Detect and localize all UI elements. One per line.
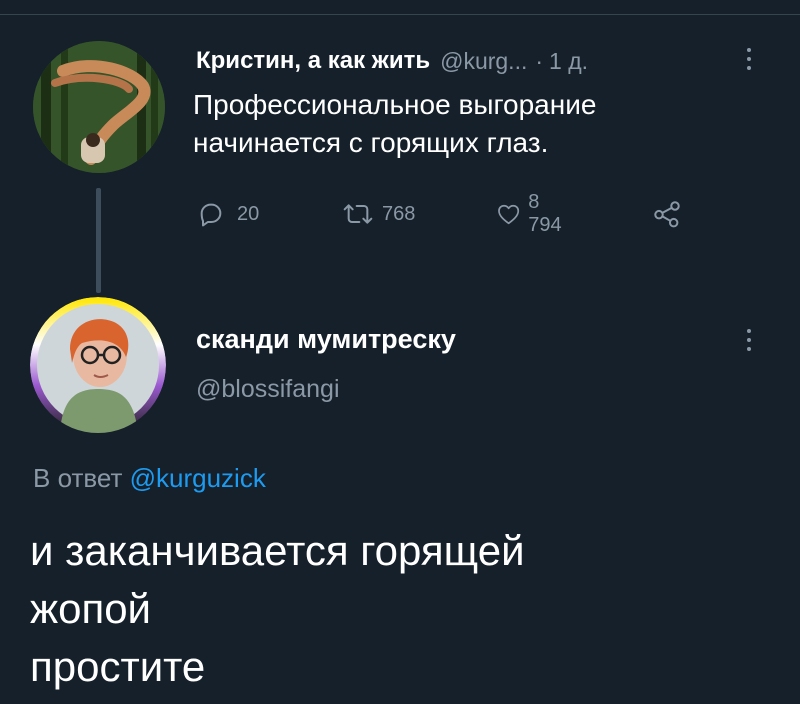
reply-text-line: и заканчивается горящей bbox=[30, 527, 525, 574]
parent-tweet-time[interactable]: 1 д. bbox=[549, 48, 588, 75]
parent-tweet-text: Профессиональное выгорание начинается с … bbox=[193, 89, 597, 158]
retweet-action[interactable]: 768 bbox=[340, 194, 415, 234]
parent-tweet-header: Кристин, а как жить @kurg... · 1 д. bbox=[196, 44, 588, 78]
reply-tweet-text: и заканчивается горящей жопой простите bbox=[30, 522, 770, 696]
parent-author-avatar[interactable] bbox=[33, 41, 165, 173]
reply-context: В ответ @kurguzick bbox=[33, 463, 266, 494]
reply-count: 20 bbox=[237, 202, 260, 225]
reply-action[interactable]: 20 bbox=[195, 194, 259, 234]
comment-icon bbox=[200, 203, 222, 227]
reply-text-line: жопой bbox=[30, 585, 152, 632]
like-count: 8 794 bbox=[528, 191, 562, 236]
parent-author-handle[interactable]: @kurg... bbox=[440, 48, 527, 75]
parent-avatar-image bbox=[33, 41, 165, 173]
reply-mention-link[interactable]: @kurguzick bbox=[130, 463, 266, 493]
reply-prefix: В ответ bbox=[33, 463, 123, 493]
share-action[interactable] bbox=[650, 194, 684, 234]
retweet-icon bbox=[343, 204, 373, 224]
share-icon bbox=[654, 201, 680, 228]
parent-more-vertical-icon[interactable] bbox=[739, 42, 759, 76]
reply-text-line: простите bbox=[30, 643, 206, 690]
top-divider bbox=[0, 14, 800, 15]
reply-author-avatar[interactable] bbox=[30, 297, 166, 433]
heart-icon bbox=[498, 204, 520, 225]
reply-avatar-image bbox=[30, 297, 166, 433]
reply-author-handle[interactable]: @blossifangi bbox=[196, 375, 340, 404]
retweet-count: 768 bbox=[382, 202, 416, 225]
reply-more-vertical-icon[interactable] bbox=[739, 322, 759, 358]
header-separator: · bbox=[535, 47, 544, 74]
like-action[interactable]: 8 794 bbox=[495, 191, 568, 236]
thread-connector-line bbox=[96, 188, 101, 293]
parent-author-name[interactable]: Кристин, а как жить bbox=[196, 47, 430, 75]
reply-author-name[interactable]: сканди мумитреску bbox=[196, 324, 456, 355]
